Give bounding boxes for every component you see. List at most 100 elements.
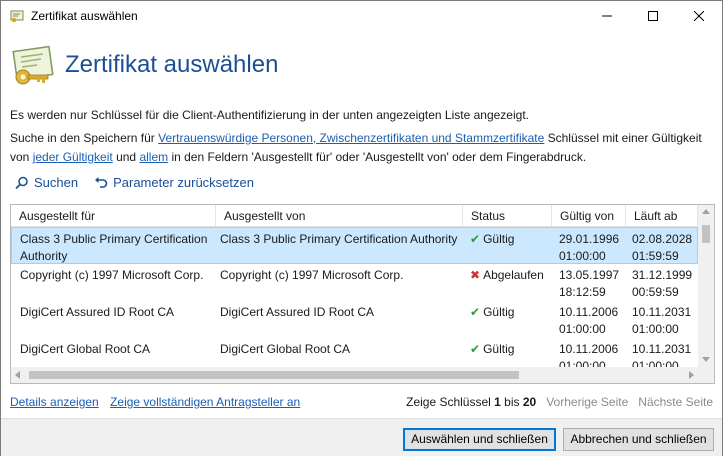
- check-icon: ✔: [470, 342, 481, 356]
- valid-from-date: 13.05.1997: [559, 268, 620, 282]
- dialog-window: Zertifikat auswählen Zertifikat auswähle…: [0, 0, 723, 456]
- vertical-scrollbar[interactable]: [698, 205, 714, 383]
- cell-issued-to: Class 3 Public Primary Certification Aut…: [20, 232, 208, 263]
- pager: Zeige Schlüssel 1 bis 20 Vorherige Seite…: [406, 395, 713, 409]
- cancel-and-close-button[interactable]: Abbrechen und schließen: [563, 428, 714, 451]
- full-requester-link[interactable]: Zeige vollständigen Antragsteller an: [110, 395, 300, 409]
- cell-expires: 31.12.1999 00:59:59: [632, 267, 692, 301]
- pager-prefix: Zeige Schlüssel: [406, 395, 495, 409]
- valid-from-date: 29.01.1996: [559, 232, 620, 246]
- table-header: Ausgestellt für Ausgestellt von Status G…: [11, 205, 714, 227]
- horizontal-scroll-thumb[interactable]: [29, 371, 519, 379]
- pager-to: 20: [522, 395, 537, 409]
- certificate-icon: [12, 45, 54, 85]
- pager-text: Zeige Schlüssel 1 bis 20: [406, 395, 536, 409]
- maximize-icon: [648, 11, 658, 21]
- cell-issued-to: DigiCert Global Root CA: [20, 342, 151, 356]
- column-header-issued-by[interactable]: Ausgestellt von: [216, 205, 463, 227]
- reset-label: Parameter zurücksetzen: [113, 175, 254, 190]
- footer-links: Details anzeigen Zeige vollständigen Ant…: [10, 395, 308, 409]
- status-text: Abgelaufen: [483, 268, 544, 282]
- toolbar: Suchen Parameter zurücksetzen: [15, 175, 270, 190]
- search-icon: [15, 176, 28, 189]
- info-text-segment: Suche in den Speichern für: [10, 131, 159, 145]
- button-bar: Auswählen und schließen Abbrechen und sc…: [1, 418, 722, 456]
- expires-time: 00:59:59: [632, 285, 679, 299]
- info-text-segment: und: [112, 150, 140, 164]
- valid-from-time: 18:12:59: [559, 285, 606, 299]
- valid-from-date: 10.11.2006: [559, 342, 619, 356]
- search-label: Suchen: [34, 175, 79, 190]
- cell-valid-from: 13.05.1997 18:12:59: [559, 267, 619, 301]
- error-icon: ✖: [470, 268, 481, 282]
- pager-from: 1: [494, 395, 501, 409]
- cell-expires: 02.08.2028 01:59:59: [632, 231, 692, 265]
- table-row[interactable]: Class 3 Public Primary Certification Aut…: [11, 227, 698, 264]
- info-text-2: Suche in den Speichern für Vertrauenswür…: [10, 129, 715, 167]
- status-text: Gültig: [483, 232, 515, 246]
- cell-issued-to: Copyright (c) 1997 Microsoft Corp.: [20, 268, 204, 282]
- cell-status: ✔ Gültig: [470, 304, 514, 321]
- expires-date: 10.11.2031: [632, 342, 692, 356]
- undo-icon: [95, 176, 108, 188]
- expires-time: 01:59:59: [632, 249, 679, 263]
- valid-from-time: 01:00:00: [559, 249, 606, 263]
- column-header-issued-to[interactable]: Ausgestellt für: [11, 205, 216, 227]
- scroll-down-icon[interactable]: [702, 357, 710, 362]
- valid-from-time: 01:00:00: [559, 322, 606, 336]
- reset-parameters-button[interactable]: Parameter zurücksetzen: [94, 175, 254, 190]
- search-button[interactable]: Suchen: [15, 175, 78, 190]
- check-icon: ✔: [470, 232, 481, 246]
- cell-status: ✖ Abgelaufen: [470, 267, 544, 284]
- expires-date: 10.11.2031: [632, 305, 692, 319]
- scroll-left-icon[interactable]: [15, 371, 20, 379]
- scroll-right-icon[interactable]: [689, 371, 694, 379]
- cell-issued-by: Copyright (c) 1997 Microsoft Corp.: [220, 268, 404, 282]
- info-text-segment: in den Feldern 'Ausgestellt für' oder 'A…: [168, 150, 587, 164]
- cell-status: ✔ Gültig: [470, 231, 514, 248]
- pager-mid: bis: [500, 395, 523, 409]
- validity-filter-link[interactable]: jeder Gültigkeit: [33, 150, 113, 164]
- vertical-scroll-thumb[interactable]: [702, 225, 710, 243]
- next-page-link[interactable]: Nächste Seite: [638, 395, 713, 409]
- close-button[interactable]: [676, 1, 722, 31]
- title-bar[interactable]: Zertifikat auswählen: [1, 1, 722, 31]
- maximize-button[interactable]: [630, 1, 676, 31]
- cell-valid-from: 10.11.2006 01:00:00: [559, 304, 618, 338]
- page-title: Zertifikat auswählen: [65, 51, 279, 78]
- table-row[interactable]: Copyright (c) 1997 Microsoft Corp. Copyr…: [11, 264, 698, 301]
- horizontal-scrollbar[interactable]: [11, 367, 698, 383]
- status-text: Gültig: [483, 305, 515, 319]
- details-link[interactable]: Details anzeigen: [10, 395, 99, 409]
- cell-valid-from: 29.01.1996 01:00:00: [559, 231, 619, 265]
- status-text: Gültig: [483, 342, 515, 356]
- cell-issued-by: DigiCert Global Root CA: [220, 342, 351, 356]
- certificate-app-icon: [10, 10, 24, 23]
- certificate-table: Ausgestellt für Ausgestellt von Status G…: [10, 204, 715, 384]
- expires-date: 31.12.1999: [632, 268, 693, 282]
- scrollbar-corner: [698, 367, 714, 383]
- previous-page-link[interactable]: Vorherige Seite: [546, 395, 628, 409]
- close-icon: [694, 11, 704, 21]
- info-text-1: Es werden nur Schlüssel für die Client-A…: [10, 108, 529, 122]
- expires-time: 01:00:00: [632, 322, 679, 336]
- minimize-button[interactable]: [584, 1, 630, 31]
- cell-issued-to: DigiCert Assured ID Root CA: [20, 305, 175, 319]
- store-scope-link[interactable]: Vertrauenswürdige Personen, Zwischenzert…: [158, 131, 544, 145]
- scroll-up-icon[interactable]: [702, 209, 710, 214]
- window-title: Zertifikat auswählen: [31, 9, 138, 23]
- expires-date: 02.08.2028: [632, 232, 693, 246]
- table-row[interactable]: DigiCert Assured ID Root CA DigiCert Ass…: [11, 301, 698, 338]
- check-icon: ✔: [470, 305, 481, 319]
- cell-status: ✔ Gültig: [470, 341, 514, 358]
- column-header-expires[interactable]: Läuft ab: [626, 205, 698, 227]
- column-header-status[interactable]: Status: [463, 205, 552, 227]
- select-and-close-button[interactable]: Auswählen und schließen: [403, 428, 556, 451]
- minimize-icon: [602, 15, 612, 17]
- column-header-valid-from[interactable]: Gültig von: [552, 205, 626, 227]
- cell-issued-by: DigiCert Assured ID Root CA: [220, 305, 375, 319]
- valid-from-date: 10.11.2006: [559, 305, 619, 319]
- cell-issued-by: Class 3 Public Primary Certification Aut…: [220, 232, 458, 246]
- search-term-link[interactable]: allem: [139, 150, 168, 164]
- cell-expires: 10.11.2031 01:00:00: [632, 304, 691, 338]
